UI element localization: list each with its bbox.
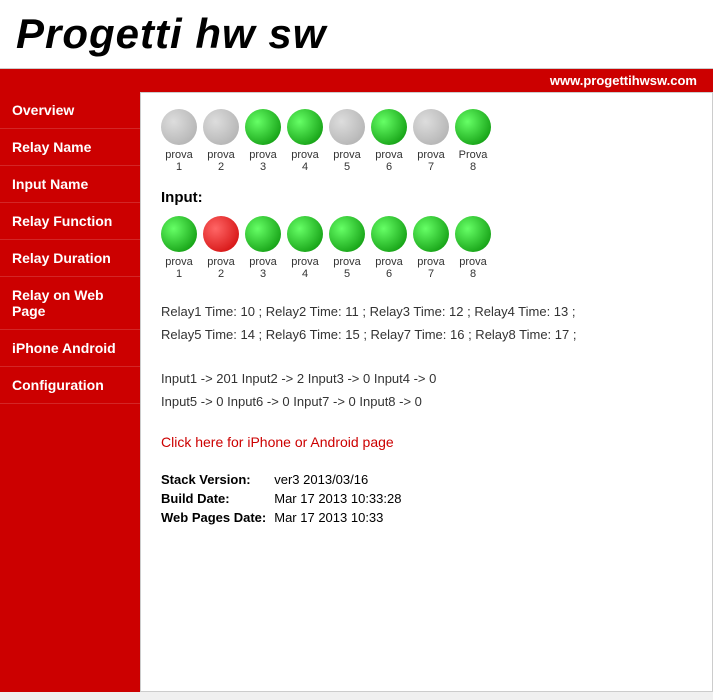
iphone-android-link[interactable]: Click here for iPhone or Android page xyxy=(161,434,692,450)
build-label: Build Date: xyxy=(161,489,274,508)
sidebar-item-iphone-android[interactable]: iPhone Android xyxy=(0,330,140,367)
relay-label-6: prova 6 xyxy=(371,149,407,173)
relay-label-7: prova 7 xyxy=(413,149,449,173)
input-values-block: Input1 -> 201 Input2 -> 2 Input3 -> 0 In… xyxy=(161,367,692,414)
input-label-1: prova 1 xyxy=(161,256,197,280)
relay-label-3: prova 3 xyxy=(245,149,281,173)
relay-label-2: prova 2 xyxy=(203,149,239,173)
sidebar-item-relay-name[interactable]: Relay Name xyxy=(0,129,140,166)
input-label-2: prova 2 xyxy=(203,256,239,280)
input-dot-3 xyxy=(245,216,281,252)
website-url: www.progettihwsw.com xyxy=(0,69,713,92)
relay-dots-row xyxy=(161,109,692,145)
web-label: Web Pages Date: xyxy=(161,508,274,527)
relay-dot-7 xyxy=(413,109,449,145)
input-values-line2: Input5 -> 0 Input6 -> 0 Input7 -> 0 Inpu… xyxy=(161,390,692,413)
relay-times-line1: Relay1 Time: 10 ; Relay2 Time: 11 ; Rela… xyxy=(161,300,692,323)
web-value: Mar 17 2013 10:33 xyxy=(274,508,409,527)
relay-dot-3 xyxy=(245,109,281,145)
relay-label-1: prova 1 xyxy=(161,149,197,173)
app-logo: Progetti hw sw xyxy=(0,0,713,69)
relay-label-5: prova 5 xyxy=(329,149,365,173)
relay-label-8: Prova 8 xyxy=(455,149,491,173)
input-dot-1 xyxy=(161,216,197,252)
relay-times-block: Relay1 Time: 10 ; Relay2 Time: 11 ; Rela… xyxy=(161,300,692,347)
input-label-7: prova 7 xyxy=(413,256,449,280)
input-dot-8 xyxy=(455,216,491,252)
stack-label: Stack Version: xyxy=(161,470,274,489)
input-label-5: prova 5 xyxy=(329,256,365,280)
sidebar-item-relay-on-web-page[interactable]: Relay on Web Page xyxy=(0,277,140,330)
input-dot-4 xyxy=(287,216,323,252)
relay-dot-1 xyxy=(161,109,197,145)
input-dot-5 xyxy=(329,216,365,252)
sidebar: Overview Relay Name Input Name Relay Fun… xyxy=(0,92,140,692)
relay-times-line2: Relay5 Time: 14 ; Relay6 Time: 15 ; Rela… xyxy=(161,323,692,346)
sidebar-item-input-name[interactable]: Input Name xyxy=(0,166,140,203)
input-section-title: Input: xyxy=(161,189,692,206)
input-label-4: prova 4 xyxy=(287,256,323,280)
sidebar-item-configuration[interactable]: Configuration xyxy=(0,367,140,404)
relay-dot-5 xyxy=(329,109,365,145)
stack-value: ver3 2013/03/16 xyxy=(274,470,409,489)
build-value: Mar 17 2013 10:33:28 xyxy=(274,489,409,508)
input-dot-7 xyxy=(413,216,449,252)
relay-dot-8 xyxy=(455,109,491,145)
sidebar-item-relay-function[interactable]: Relay Function xyxy=(0,203,140,240)
input-labels-row: prova 1prova 2prova 3prova 4prova 5prova… xyxy=(161,256,692,280)
input-dot-6 xyxy=(371,216,407,252)
sidebar-item-overview[interactable]: Overview xyxy=(0,92,140,129)
input-label-3: prova 3 xyxy=(245,256,281,280)
relay-label-4: prova 4 xyxy=(287,149,323,173)
input-values-line1: Input1 -> 201 Input2 -> 2 Input3 -> 0 In… xyxy=(161,367,692,390)
input-dots-row xyxy=(161,216,692,252)
relay-dot-2 xyxy=(203,109,239,145)
relay-dot-4 xyxy=(287,109,323,145)
input-dot-2 xyxy=(203,216,239,252)
sidebar-item-relay-duration[interactable]: Relay Duration xyxy=(0,240,140,277)
input-label-6: prova 6 xyxy=(371,256,407,280)
relay-dot-6 xyxy=(371,109,407,145)
relay-labels-row: prova 1prova 2prova 3prova 4prova 5prova… xyxy=(161,149,692,173)
input-label-8: prova 8 xyxy=(455,256,491,280)
main-content: prova 1prova 2prova 3prova 4prova 5prova… xyxy=(140,92,713,692)
build-info-block: Stack Version: ver3 2013/03/16 Build Dat… xyxy=(161,470,692,527)
